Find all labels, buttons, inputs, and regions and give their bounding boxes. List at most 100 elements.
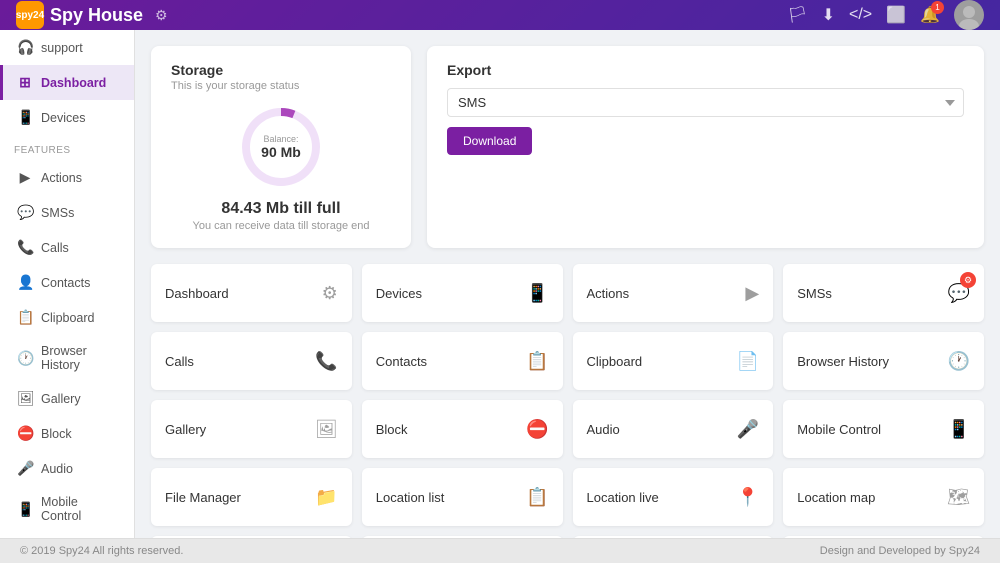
sidebar-item-actions[interactable]: ▶ Actions xyxy=(0,160,134,195)
grid-item-audio[interactable]: Audio🎤 xyxy=(573,400,774,458)
header: spy24 Spy House ⚙ 🏳 ⬇ </> ⬜ 🔔 1 xyxy=(0,0,1000,30)
calls-icon: 📞 xyxy=(17,239,33,256)
grid-item-gallery[interactable]: Gallery🖼 xyxy=(151,400,352,458)
sidebar-item-calls[interactable]: 📞 Calls xyxy=(0,230,134,265)
grid-item-clipboard[interactable]: Clipboard 📄 xyxy=(573,332,774,390)
mb-left: 84.43 Mb till full xyxy=(171,200,391,218)
grid-item-icon: ⚙ xyxy=(322,283,338,304)
grid-item-label: Clipboard xyxy=(587,354,643,369)
audio-icon: 🎤 xyxy=(17,460,33,477)
grid-item-icon: 📄 xyxy=(737,351,759,372)
sidebar-item-clipboard[interactable]: 📋 Clipboard xyxy=(0,300,134,335)
balance-label: Balance: xyxy=(261,134,301,144)
gallery-icon: 🖼 xyxy=(17,390,33,407)
code-icon[interactable]: </> xyxy=(849,6,872,24)
headphone-icon: 🎧 xyxy=(17,39,33,56)
flag-icon[interactable]: 🏳 xyxy=(787,5,807,25)
sidebar-item-support[interactable]: 🎧 support xyxy=(0,30,134,65)
grid-item-label: Contacts xyxy=(376,354,427,369)
sms-icon: 💬 xyxy=(17,204,33,221)
storage-desc: You can receive data till storage end xyxy=(171,220,391,232)
user-avatar[interactable] xyxy=(954,0,984,30)
sms-badge: ⚙ xyxy=(960,272,976,288)
storage-chart: Balance: 90 Mb xyxy=(171,102,391,192)
logo: spy24 Spy House ⚙ xyxy=(16,1,168,29)
grid-item-calls[interactable]: Calls 📞 xyxy=(151,332,352,390)
notification-badge: 1 xyxy=(931,1,944,14)
sidebar-label-calls: Calls xyxy=(41,241,69,255)
grid-item-file-manager[interactable]: File Manager📁 xyxy=(151,468,352,526)
sidebar-item-mobile-control[interactable]: 📱 Mobile Control xyxy=(0,486,134,532)
grid-item-smss[interactable]: SMSs💬⚙ xyxy=(783,264,984,322)
grid-item-location-map[interactable]: Location map🗺 xyxy=(783,468,984,526)
grid-item-label: Calls xyxy=(165,354,194,369)
top-cards: Storage This is your storage status Bala… xyxy=(151,46,984,248)
main-content: Storage This is your storage status Bala… xyxy=(135,30,1000,538)
sidebar-label-clipboard: Clipboard xyxy=(41,311,95,325)
sidebar-item-devices[interactable]: 📱 Devices xyxy=(0,100,134,135)
grid-item-icon: ⛔ xyxy=(526,419,548,440)
sidebar-label-devices: Devices xyxy=(41,111,85,125)
grid-item-label: Dashboard xyxy=(165,286,229,301)
sidebar-label-smss: SMSs xyxy=(41,206,74,220)
browser-icon: 🕐 xyxy=(17,350,33,367)
logo-icon: spy24 xyxy=(16,1,44,29)
grid-item-label: Gallery xyxy=(165,422,206,437)
grid-item-screen[interactable]: Screen🖥 xyxy=(362,536,563,538)
grid-item-keylogger[interactable]: Keylogger⌨ xyxy=(783,536,984,538)
grid-item-label: Mobile Control xyxy=(797,422,881,437)
grid-item-label: Browser History xyxy=(797,354,889,369)
grid-item-contacts[interactable]: Contacts 📋 xyxy=(362,332,563,390)
export-select[interactable]: SMS Calls Contacts Gallery xyxy=(447,88,964,117)
grid-item-location-list[interactable]: Location list📋 xyxy=(362,468,563,526)
sidebar-item-gallery[interactable]: 🖼 Gallery xyxy=(0,381,134,416)
header-actions: 🏳 ⬇ </> ⬜ 🔔 1 xyxy=(787,0,984,30)
grid-item-icon: 🕐 xyxy=(948,351,970,372)
contacts-icon: 👤 xyxy=(17,274,33,291)
sidebar: 🎧 support ⊞ Dashboard 📱 Devices FEATURES… xyxy=(0,30,135,538)
block-icon: ⛔ xyxy=(17,425,33,442)
grid-item-icon: 🗺 xyxy=(947,487,970,508)
sidebar-label-dashboard: Dashboard xyxy=(41,76,106,90)
grid-item-label: Devices xyxy=(376,286,422,301)
grid-item-block[interactable]: Block ⛔ xyxy=(362,400,563,458)
sidebar-label-contacts: Contacts xyxy=(41,276,90,290)
screen-icon[interactable]: ⬜ xyxy=(886,5,906,25)
storage-title: Storage xyxy=(171,62,391,78)
grid-item-dashboard[interactable]: Dashboard ⚙ xyxy=(151,264,352,322)
grid-item-label: SMSs xyxy=(797,286,832,301)
grid-item-label: Block xyxy=(376,422,408,437)
export-title: Export xyxy=(447,62,964,78)
grid-item-mobile-control[interactable]: Mobile Control📱 xyxy=(783,400,984,458)
download-icon[interactable]: ⬇ xyxy=(822,5,835,25)
sidebar-item-browser-history[interactable]: 🕐 Browser History xyxy=(0,335,134,381)
sidebar-item-audio[interactable]: 🎤 Audio xyxy=(0,451,134,486)
balance-value: 90 Mb xyxy=(261,144,301,160)
sidebar-label-actions: Actions xyxy=(41,171,82,185)
grid-item-messengers[interactable]: Messengers💬 xyxy=(573,536,774,538)
grid-item-location-live[interactable]: Location live 📍 xyxy=(573,468,774,526)
dashboard-icon: ⊞ xyxy=(17,74,33,91)
sidebar-item-contacts[interactable]: 👤 Contacts xyxy=(0,265,134,300)
grid-item-icon: 📍 xyxy=(737,487,759,508)
grid-item-icon: 📋 xyxy=(526,351,548,372)
sidebar-label-audio: Audio xyxy=(41,462,73,476)
notification-bell[interactable]: 🔔 1 xyxy=(920,5,940,25)
sidebar-item-dashboard[interactable]: ⊞ Dashboard xyxy=(0,65,134,100)
grid-item-icon: 📞 xyxy=(315,351,337,372)
grid-item-label: Location live xyxy=(587,490,659,505)
grid-item-actions[interactable]: Actions▶ xyxy=(573,264,774,322)
storage-info: 84.43 Mb till full You can receive data … xyxy=(171,200,391,232)
sidebar-item-block[interactable]: ⛔ Block xyxy=(0,416,134,451)
sidebar-label-browser: Browser History xyxy=(41,344,120,372)
logo-text: spy24 xyxy=(16,10,44,21)
grid-item-browser-history[interactable]: Browser History 🕐 xyxy=(783,332,984,390)
sidebar-item-smss[interactable]: 💬 SMSs xyxy=(0,195,134,230)
grid-item-label: File Manager xyxy=(165,490,241,505)
grid-item-payment-history[interactable]: Payment History💳 xyxy=(151,536,352,538)
grid-item-icon: ▶ xyxy=(745,283,759,304)
grid-item-devices[interactable]: Devices 📱 xyxy=(362,264,563,322)
grid-item-icon: 📱 xyxy=(526,283,548,304)
header-gear-icon[interactable]: ⚙ xyxy=(155,7,168,24)
download-button[interactable]: Download xyxy=(447,127,532,155)
